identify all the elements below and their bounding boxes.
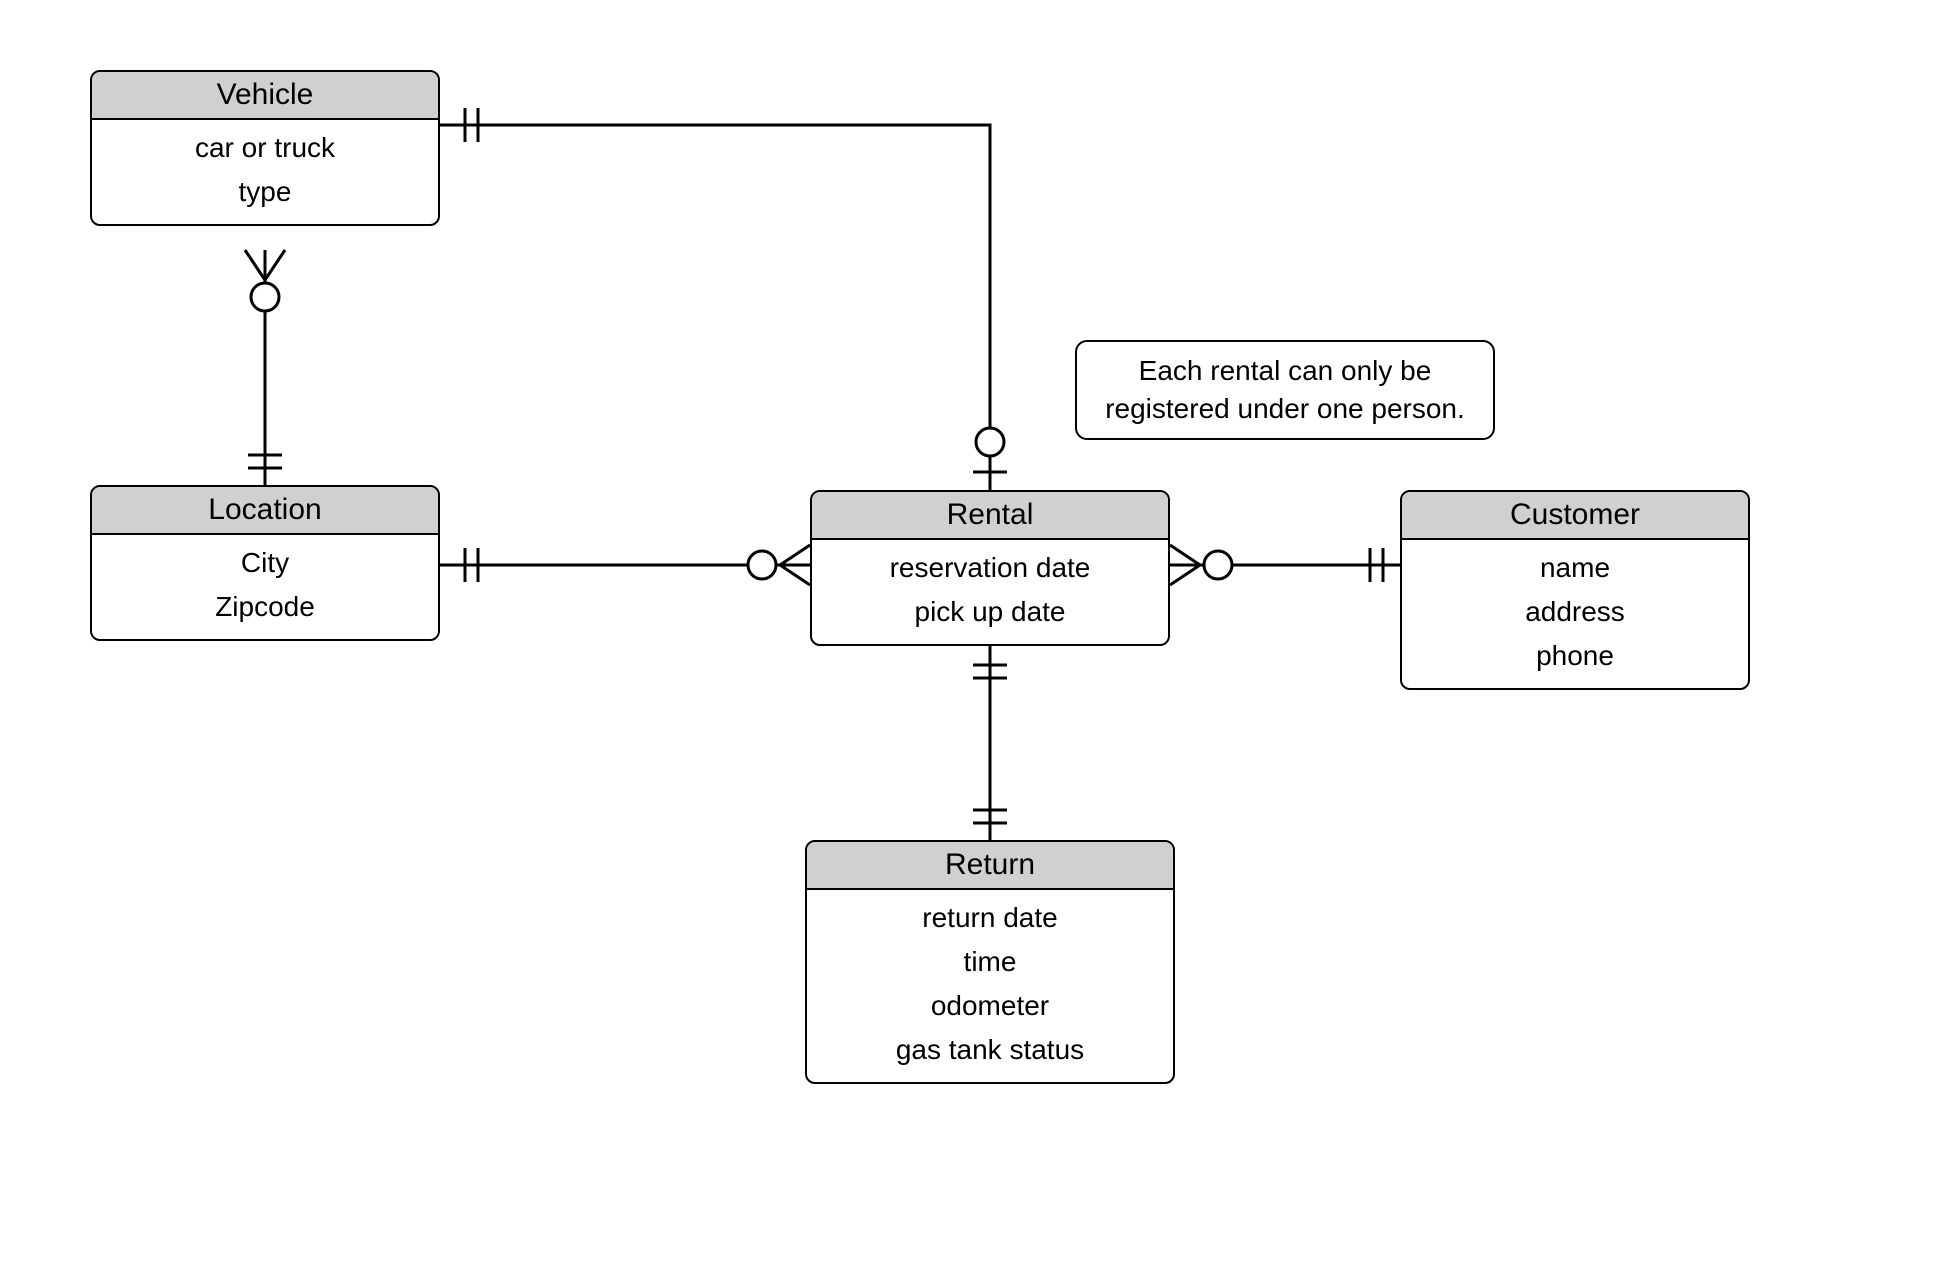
attr: reservation date — [816, 546, 1164, 590]
attr: odometer — [811, 984, 1169, 1028]
entity-attrs: name address phone — [1402, 540, 1748, 688]
note-callout: Each rental can only be registered under… — [1075, 340, 1495, 440]
entity-title: Location — [92, 487, 438, 535]
entity-return: Return return date time odometer gas tan… — [805, 840, 1175, 1084]
attr: phone — [1406, 634, 1744, 678]
entity-attrs: return date time odometer gas tank statu… — [807, 890, 1173, 1082]
attr: gas tank status — [811, 1028, 1169, 1072]
entity-title: Vehicle — [92, 72, 438, 120]
entity-rental: Rental reservation date pick up date — [810, 490, 1170, 646]
entity-attrs: car or truck type — [92, 120, 438, 224]
attr: address — [1406, 590, 1744, 634]
attr: City — [96, 541, 434, 585]
er-diagram-canvas: Vehicle car or truck type Location City … — [0, 0, 1950, 1266]
entity-title: Customer — [1402, 492, 1748, 540]
attr: name — [1406, 546, 1744, 590]
attr: time — [811, 940, 1169, 984]
entity-title: Return — [807, 842, 1173, 890]
attr: type — [96, 170, 434, 214]
entity-vehicle: Vehicle car or truck type — [90, 70, 440, 226]
entity-attrs: reservation date pick up date — [812, 540, 1168, 644]
note-line: registered under one person. — [1093, 390, 1477, 428]
attr: pick up date — [816, 590, 1164, 634]
note-line: Each rental can only be — [1093, 352, 1477, 390]
attr: Zipcode — [96, 585, 434, 629]
entity-customer: Customer name address phone — [1400, 490, 1750, 690]
entity-location: Location City Zipcode — [90, 485, 440, 641]
entity-title: Rental — [812, 492, 1168, 540]
entity-attrs: City Zipcode — [92, 535, 438, 639]
attr: return date — [811, 896, 1169, 940]
attr: car or truck — [96, 126, 434, 170]
